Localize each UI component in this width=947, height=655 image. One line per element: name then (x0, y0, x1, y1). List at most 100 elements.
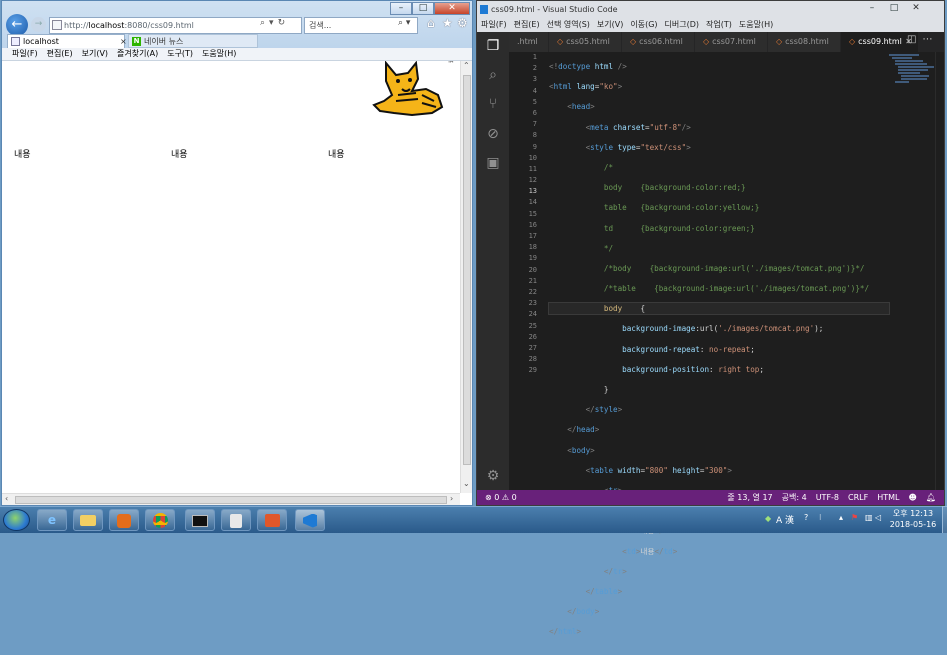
chrome-taskbar-icon[interactable] (145, 509, 175, 531)
tab-css06[interactable]: ◇ css06.html (622, 32, 695, 52)
tab-css07[interactable]: ◇ css07.html (695, 32, 768, 52)
window-title: css09.html - Visual Studio Code (491, 5, 618, 14)
java-taskbar-icon[interactable] (221, 509, 251, 531)
language-mode[interactable]: HTML (877, 490, 899, 505)
close-tab-icon[interactable]: × (120, 35, 127, 48)
back-button[interactable]: ← (6, 14, 28, 36)
line-number: 22 (528, 287, 537, 296)
window-title-bar: css09.html - Visual Studio Code – □ ✕ (477, 1, 944, 18)
menu-selection[interactable]: 선택 영역(S) (547, 18, 590, 32)
extensions-icon[interactable]: ▣ (485, 155, 501, 171)
menu-go[interactable]: 이동(G) (630, 18, 657, 32)
menu-file[interactable]: 파일(F) (481, 18, 507, 32)
media-player-taskbar-icon[interactable] (109, 509, 139, 531)
start-button[interactable] (3, 509, 30, 531)
line-number: 10 (528, 153, 537, 162)
close-button[interactable]: ✕ (905, 3, 927, 16)
line-number: 18 (528, 243, 537, 252)
menu-view[interactable]: 보기(V) (597, 18, 623, 32)
menu-favorites[interactable]: 즐겨찾기(A) (117, 48, 158, 60)
scroll-down-icon[interactable]: ⌄ (463, 479, 470, 488)
tab-label: 네이버 뉴스 (144, 37, 184, 46)
tab-css05[interactable]: ◇ css05.html (549, 32, 622, 52)
indentation[interactable]: 공백: 4 (782, 490, 807, 505)
smiley-feedback-icon[interactable]: ☻ (909, 490, 917, 505)
arrow-left-icon: ← (11, 17, 23, 32)
menu-help[interactable]: 도움말(H) (202, 48, 236, 60)
address-host: localhost (88, 21, 125, 30)
maximize-button[interactable]: □ (412, 2, 434, 15)
volume-icon[interactable]: ◁ (875, 513, 881, 522)
favorites-star-icon[interactable]: ★ (442, 16, 453, 30)
language-indicator[interactable]: A 漢 (776, 513, 794, 526)
minimap[interactable] (889, 54, 934, 94)
up-arrow-icon[interactable]: ▴ (839, 513, 843, 522)
search-tools: ⌕ ▾ (398, 18, 410, 28)
menu-debug[interactable]: 디버그(D) (665, 18, 699, 32)
menu-tasks[interactable]: 작업(T) (706, 18, 732, 32)
show-hidden-icons[interactable]: ⁝ (819, 513, 822, 522)
search-icon[interactable]: ⌕ (485, 67, 501, 83)
bell-icon[interactable]: 🔔︎ (926, 490, 936, 505)
scroll-thumb[interactable] (463, 75, 471, 465)
search-icon[interactable]: ⌕ (398, 18, 403, 28)
tab-localhost[interactable]: localhost × (7, 34, 127, 48)
menu-file[interactable]: 파일(F) (12, 48, 38, 60)
explorer-icon[interactable]: ❐ (485, 38, 501, 54)
minimize-button[interactable]: – (390, 2, 412, 15)
home-icon[interactable]: ⌂ (427, 16, 435, 30)
tab-css08[interactable]: ◇ css08.html (768, 32, 841, 52)
scroll-left-icon[interactable]: ‹ (5, 494, 8, 503)
scroll-right-icon[interactable]: › (450, 494, 453, 503)
scroll-up-icon[interactable]: ⌃ (463, 61, 470, 70)
maximize-button[interactable]: □ (883, 3, 905, 16)
refresh-icon[interactable]: ↻ (278, 18, 290, 28)
html-file-icon: ◇ (630, 37, 637, 46)
show-desktop-button[interactable] (942, 506, 947, 533)
scroll-thumb[interactable] (15, 496, 447, 504)
vscode-taskbar-icon[interactable] (295, 509, 325, 531)
ie-taskbar-icon[interactable]: e (37, 509, 67, 531)
html-file-icon: ◇ (776, 37, 783, 46)
line-ending[interactable]: CRLF (848, 490, 868, 505)
line-number: 13 (528, 187, 537, 196)
vertical-scrollbar[interactable]: ⌃ ⌄ (460, 61, 472, 493)
problems-indicator[interactable]: ⊗ 0 ⚠ 0 (485, 490, 517, 505)
line-number: 5 (532, 97, 537, 106)
app-taskbar-icon[interactable] (257, 509, 287, 531)
horizontal-scrollbar[interactable]: ‹ › (2, 493, 460, 505)
network-icon[interactable]: ▥ (865, 513, 873, 522)
code-editor[interactable]: <!doctype html /> <html lang="ko"> <head… (548, 52, 899, 636)
menu-view[interactable]: 보기(V) (82, 48, 108, 60)
clock[interactable]: 오후 12:13 2018-05-16 (885, 508, 941, 530)
line-number: 26 (528, 332, 537, 341)
menu-tools[interactable]: 도구(T) (167, 48, 193, 60)
encoding[interactable]: UTF-8 (816, 490, 839, 505)
menu-edit[interactable]: 편집(E) (47, 48, 73, 60)
ime-icon[interactable]: ◆ (765, 514, 771, 523)
cursor-position[interactable]: 줄 13, 열 17 (727, 490, 772, 505)
dropdown-icon[interactable]: ▾ (269, 18, 278, 28)
line-number: 11 (528, 164, 537, 173)
tab-naver-news[interactable]: N 네이버 뉴스 (128, 34, 258, 48)
debug-icon[interactable]: ⊘ (485, 126, 501, 142)
menu-help[interactable]: 도움말(H) (739, 18, 773, 32)
more-icon[interactable]: ⋯ (922, 34, 938, 45)
source-control-icon[interactable]: ⑂ (485, 96, 501, 112)
tab-label: css07.html (712, 37, 756, 46)
close-button[interactable]: ✕ (434, 2, 470, 15)
tab-html[interactable]: .html (509, 32, 549, 52)
search-icon[interactable]: ⌕ (260, 18, 269, 28)
dropdown-icon[interactable]: ▾ (406, 18, 411, 28)
editor-scrollbar[interactable] (935, 52, 944, 490)
action-center-flag-icon[interactable]: ⚑ (851, 513, 858, 522)
cmd-taskbar-icon[interactable] (185, 509, 215, 531)
explorer-taskbar-icon[interactable] (73, 509, 103, 531)
gear-icon[interactable]: ⚙ (457, 16, 468, 30)
minimize-button[interactable]: – (861, 3, 883, 16)
split-editor-icon[interactable]: ◫ (907, 34, 922, 45)
gear-icon[interactable]: ⚙ (485, 468, 501, 484)
help-icon[interactable]: ? (804, 513, 808, 522)
menu-edit[interactable]: 편집(E) (514, 18, 540, 32)
forward-button[interactable]: → (31, 17, 46, 32)
